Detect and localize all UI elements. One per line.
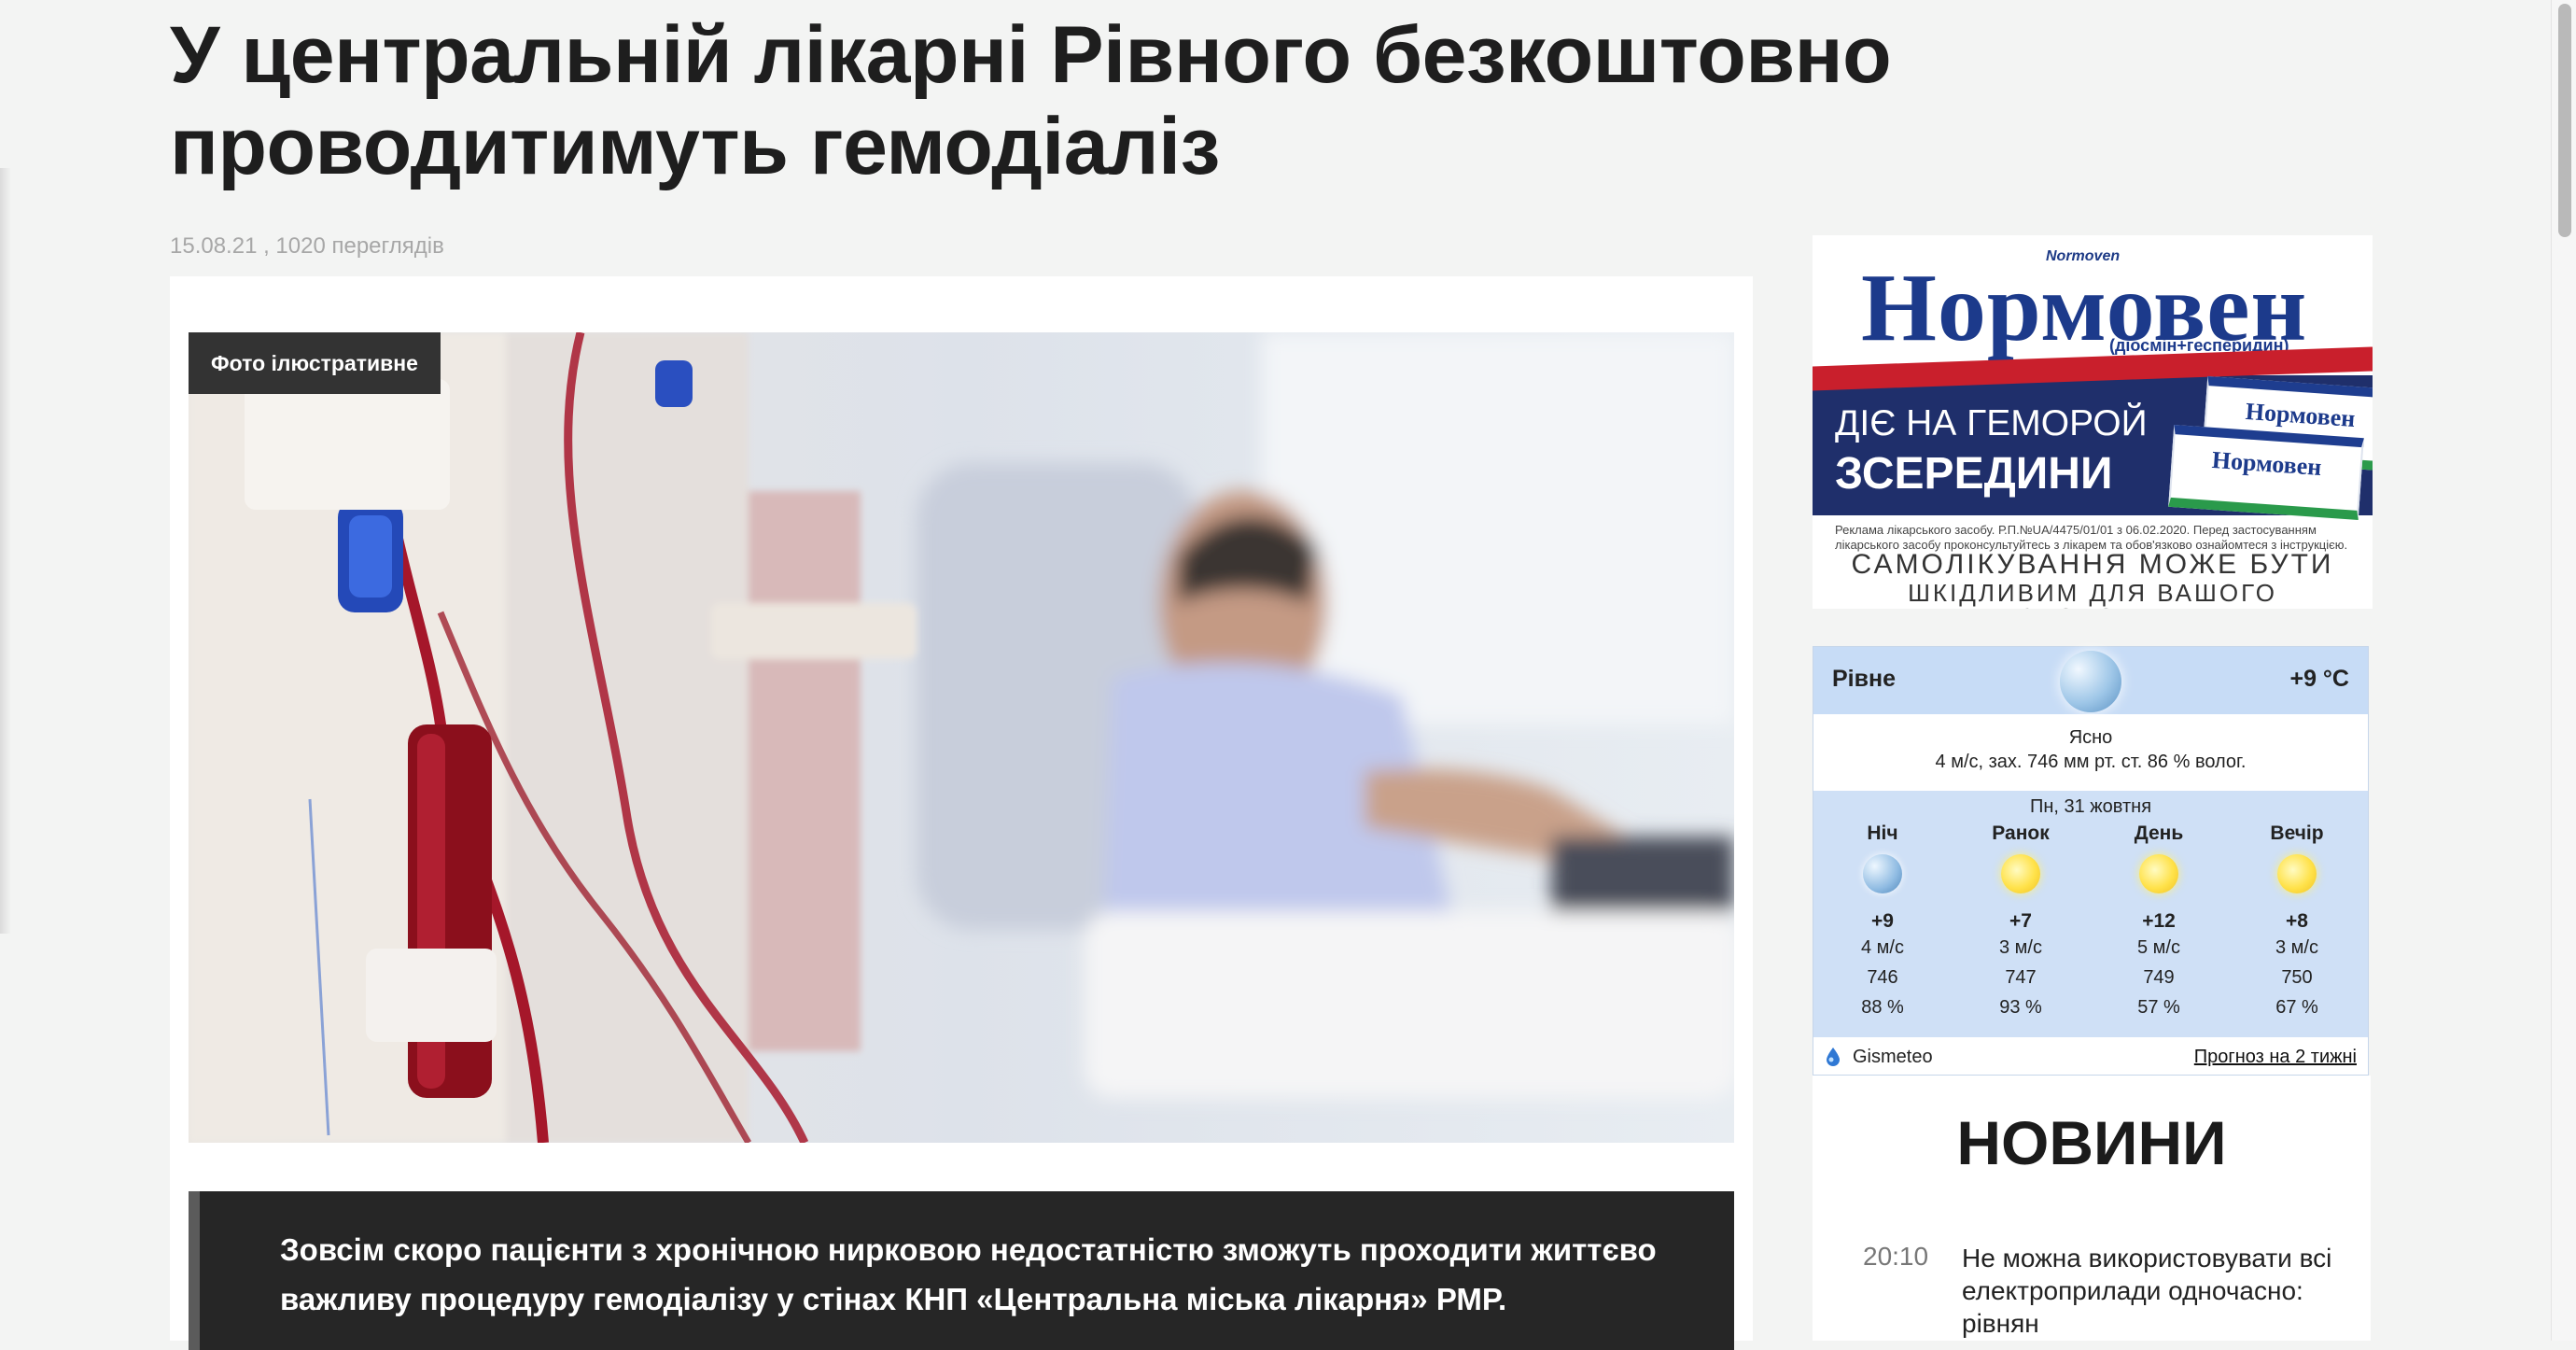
- period-temp: +7: [2009, 910, 2032, 932]
- period-humidity: 67 %: [2275, 997, 2318, 1018]
- gismeteo-link[interactable]: Gismeteo: [1853, 1047, 1933, 1068]
- scrollbar-thumb[interactable]: [2558, 4, 2571, 237]
- news-heading: НОВИНИ: [1956, 1108, 2227, 1177]
- period-wind: 4 м/с: [1861, 937, 1904, 958]
- photo-caption-badge: Фото ілюстративне: [189, 332, 441, 394]
- ad-box-label: Нормовен: [2210, 445, 2323, 482]
- weather-period-day: День +12 5 м/с 749 57 %: [2090, 823, 2228, 1022]
- ad-slogan-line2: ЗСЕРЕДИНИ: [1835, 449, 2113, 499]
- ad-product-box: Нормовен: [2168, 424, 2364, 521]
- ad-slogan-line1: ДІЄ НА ГЕМОРОЙ: [1835, 403, 2148, 443]
- hemodialysis-photo-illustration: [189, 332, 1734, 1143]
- article-meta: 15.08.21 , 1020 переглядів: [170, 233, 444, 259]
- sun-icon: [2001, 854, 2040, 893]
- period-pressure: 749: [2143, 967, 2175, 988]
- ad-warning-line2: ШКІДЛИВИМ ДЛЯ ВАШОГО ЗДОРОВ'Я: [1908, 579, 2277, 609]
- sun-icon: [2139, 854, 2178, 893]
- article-photo: [189, 332, 1734, 1143]
- lead-text: Зовсім скоро пацієнти з хронічною нирков…: [280, 1232, 1657, 1316]
- period-name: Ніч: [1867, 823, 1898, 844]
- forecast-two-weeks-link[interactable]: Прогноз на 2 тижні: [2194, 1047, 2357, 1068]
- weather-city: Рівне: [1832, 666, 1896, 692]
- weather-widget[interactable]: Рівне +9 °C Ясно 4 м/с, зах. 746 мм рт. …: [1813, 646, 2369, 1076]
- period-name: День: [2134, 823, 2184, 844]
- period-name: Вечір: [2270, 823, 2324, 844]
- period-name: Ранок: [1992, 823, 2050, 844]
- moon-icon: [1863, 854, 1902, 893]
- weather-temperature: +9 °C: [2289, 666, 2349, 692]
- news-item-time: 20:10: [1863, 1242, 1929, 1271]
- weather-header: Рівне +9 °C: [1813, 647, 2368, 714]
- article-lead: Зовсім скоро пацієнти з хронічною нирков…: [189, 1191, 1734, 1350]
- ad-banner-normoven[interactable]: Normoven Нормовен (діосмін+гесперидин) Д…: [1813, 235, 2373, 609]
- period-pressure: 750: [2281, 967, 2313, 988]
- period-humidity: 88 %: [1861, 997, 1904, 1018]
- period-temp: +8: [2286, 910, 2308, 932]
- sun-icon: [2277, 854, 2317, 893]
- gismeteo-drop-icon: [1827, 1048, 1840, 1066]
- period-wind: 3 м/с: [1999, 937, 2042, 958]
- lead-accent-bar: [189, 1191, 200, 1350]
- weather-period-night: Ніч +9 4 м/с 746 88 %: [1813, 823, 1952, 1022]
- period-temp: +9: [1871, 910, 1894, 932]
- period-humidity: 57 %: [2137, 997, 2180, 1018]
- weather-footer: Gismeteo Прогноз на 2 тижні: [1813, 1037, 2368, 1075]
- news-item-link[interactable]: Не можна використовувати всі електроприл…: [1962, 1242, 2354, 1340]
- period-pressure: 747: [2005, 967, 2037, 988]
- moon-clear-icon: [2060, 651, 2121, 712]
- article-title: У центральній лікарні Рівного безкоштовн…: [170, 10, 1892, 191]
- period-wind: 5 м/с: [2137, 937, 2180, 958]
- ad-warning-line1: САМОЛІКУВАННЯ МОЖЕ БУТИ: [1851, 549, 2334, 580]
- weather-current: Ясно 4 м/с, зах. 746 мм рт. ст. 86 % вол…: [1813, 714, 2368, 791]
- scrollbar-track[interactable]: [2551, 0, 2576, 1341]
- weather-period-evening: Вечір +8 3 м/с 750 67 %: [2228, 823, 2366, 1022]
- left-edge-shadow: [0, 168, 11, 934]
- period-wind: 3 м/с: [2275, 937, 2318, 958]
- article-card: Фото ілюстративне Зовсім скоро пацієнти …: [170, 276, 1753, 1350]
- weather-date: Пн, 31 жовтня: [2029, 796, 2152, 817]
- news-sidebar: НОВИНИ 20:10 Не можна використовувати вс…: [1813, 1076, 2371, 1341]
- period-pressure: 746: [1867, 967, 1898, 988]
- weather-condition: Ясно: [2068, 727, 2113, 748]
- period-humidity: 93 %: [1999, 997, 2042, 1018]
- weather-period-morning: Ранок +7 3 м/с 747 93 %: [1952, 823, 2090, 1022]
- period-temp: +12: [2142, 910, 2176, 932]
- weather-details: 4 м/с, зах. 746 мм рт. ст. 86 % волог.: [1935, 752, 2247, 772]
